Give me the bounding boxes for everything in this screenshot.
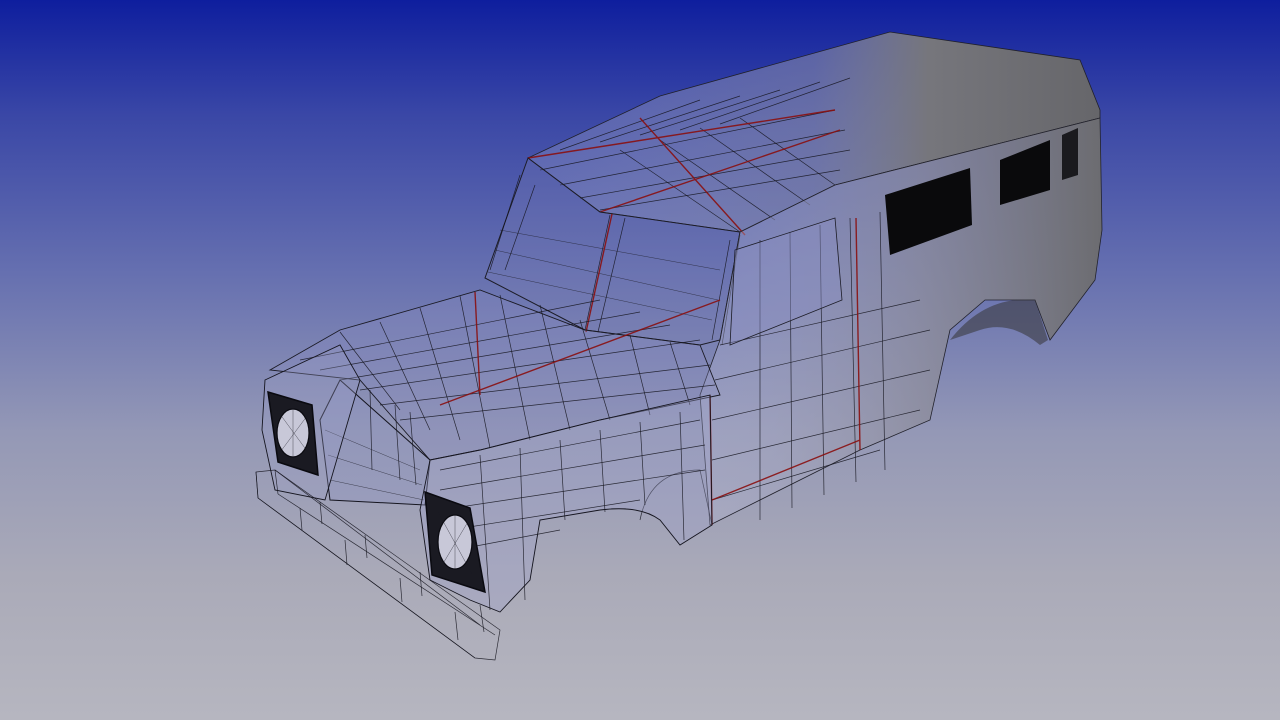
back-window bbox=[1062, 128, 1078, 180]
3d-viewport[interactable] bbox=[0, 0, 1280, 720]
vehicle-model-view[interactable] bbox=[0, 0, 1280, 720]
